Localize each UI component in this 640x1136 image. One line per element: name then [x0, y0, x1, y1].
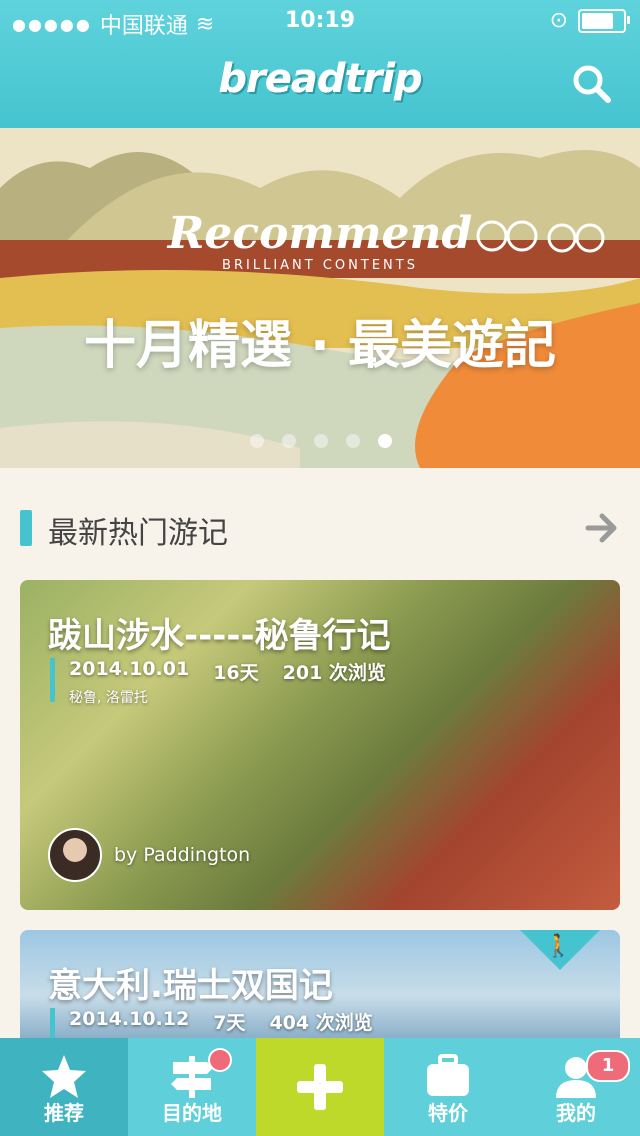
- card-date: 2014.10.01: [69, 658, 190, 680]
- section-header: 最新热门游记: [0, 490, 640, 562]
- tab-recommend[interactable]: 推荐: [0, 1038, 128, 1136]
- card-author[interactable]: by Paddington: [48, 828, 250, 882]
- clock: 10:19: [284, 8, 356, 33]
- rotation-lock-icon: ⊙: [549, 8, 568, 33]
- tab-label: 目的地: [162, 1101, 222, 1125]
- tab-label: 我的: [556, 1101, 596, 1125]
- section-accent-bar: [20, 510, 32, 546]
- pager-dot[interactable]: [250, 434, 264, 448]
- pager-dot[interactable]: [346, 434, 360, 448]
- pager-dot[interactable]: [314, 434, 328, 448]
- tab-label: 特价: [428, 1101, 468, 1125]
- add-button[interactable]: [256, 1038, 384, 1136]
- star-icon: [42, 1055, 86, 1098]
- travel-card[interactable]: 🚶 意大利.瑞士双国记 2014.10.12 7天 404 次浏览: [20, 930, 620, 1050]
- notification-badge: 1: [586, 1050, 630, 1082]
- pager-dot[interactable]: [282, 434, 296, 448]
- tab-bar: 推荐 目的地 特价 1 我的: [0, 1038, 640, 1136]
- tab-deals[interactable]: 特价: [384, 1038, 512, 1136]
- tab-mine[interactable]: 1 我的: [512, 1038, 640, 1136]
- status-bar: ●●●●● 中国联通 ≋ 10:19 ⊙: [0, 0, 640, 40]
- author-name: by Paddington: [114, 844, 251, 866]
- battery-icon: [578, 8, 630, 33]
- banner-script-title: Recommend: [167, 208, 473, 259]
- arrow-right-icon[interactable]: [584, 510, 620, 546]
- suitcase-icon: [427, 1054, 469, 1096]
- section-title: 最新热门游记: [48, 516, 228, 551]
- banner-subtitle: BRILLIANT CONTENTS: [222, 258, 418, 273]
- banner-title: 十月精選 · 最美遊記: [84, 316, 556, 376]
- tab-label: 推荐: [44, 1101, 84, 1125]
- card-views: 201 次浏览: [282, 662, 386, 684]
- recommend-banner[interactable]: Recommend BRILLIANT CONTENTS 十月精選 · 最美遊記: [0, 128, 640, 468]
- card-title: 跋山涉水-----秘鲁行记: [48, 616, 391, 656]
- plus-icon: [297, 1064, 343, 1110]
- walking-person-icon: 🚶: [544, 934, 572, 959]
- card-location: 秘鲁, 洛雷托: [69, 690, 148, 706]
- notification-dot: [208, 1048, 232, 1072]
- travel-card[interactable]: 跋山涉水-----秘鲁行记 2014.10.01 16天 201 次浏览 秘鲁,…: [20, 580, 620, 910]
- card-views: 404 次浏览: [269, 1012, 373, 1034]
- card-date: 2014.10.12: [69, 1008, 190, 1030]
- card-meta: 2014.10.01 16天 201 次浏览 秘鲁, 洛雷托: [50, 658, 386, 706]
- card-days: 16天: [213, 662, 259, 684]
- card-title: 意大利.瑞士双国记: [48, 966, 333, 1006]
- search-icon[interactable]: [570, 62, 614, 106]
- tab-destination[interactable]: 目的地: [128, 1038, 256, 1136]
- banner-pager[interactable]: [250, 434, 392, 448]
- banner-illustration: [0, 128, 640, 468]
- avatar[interactable]: [48, 828, 102, 882]
- breadtrip-logo: breadtrip: [218, 56, 422, 102]
- card-days: 7天: [213, 1012, 246, 1034]
- pager-dot-active[interactable]: [378, 434, 392, 448]
